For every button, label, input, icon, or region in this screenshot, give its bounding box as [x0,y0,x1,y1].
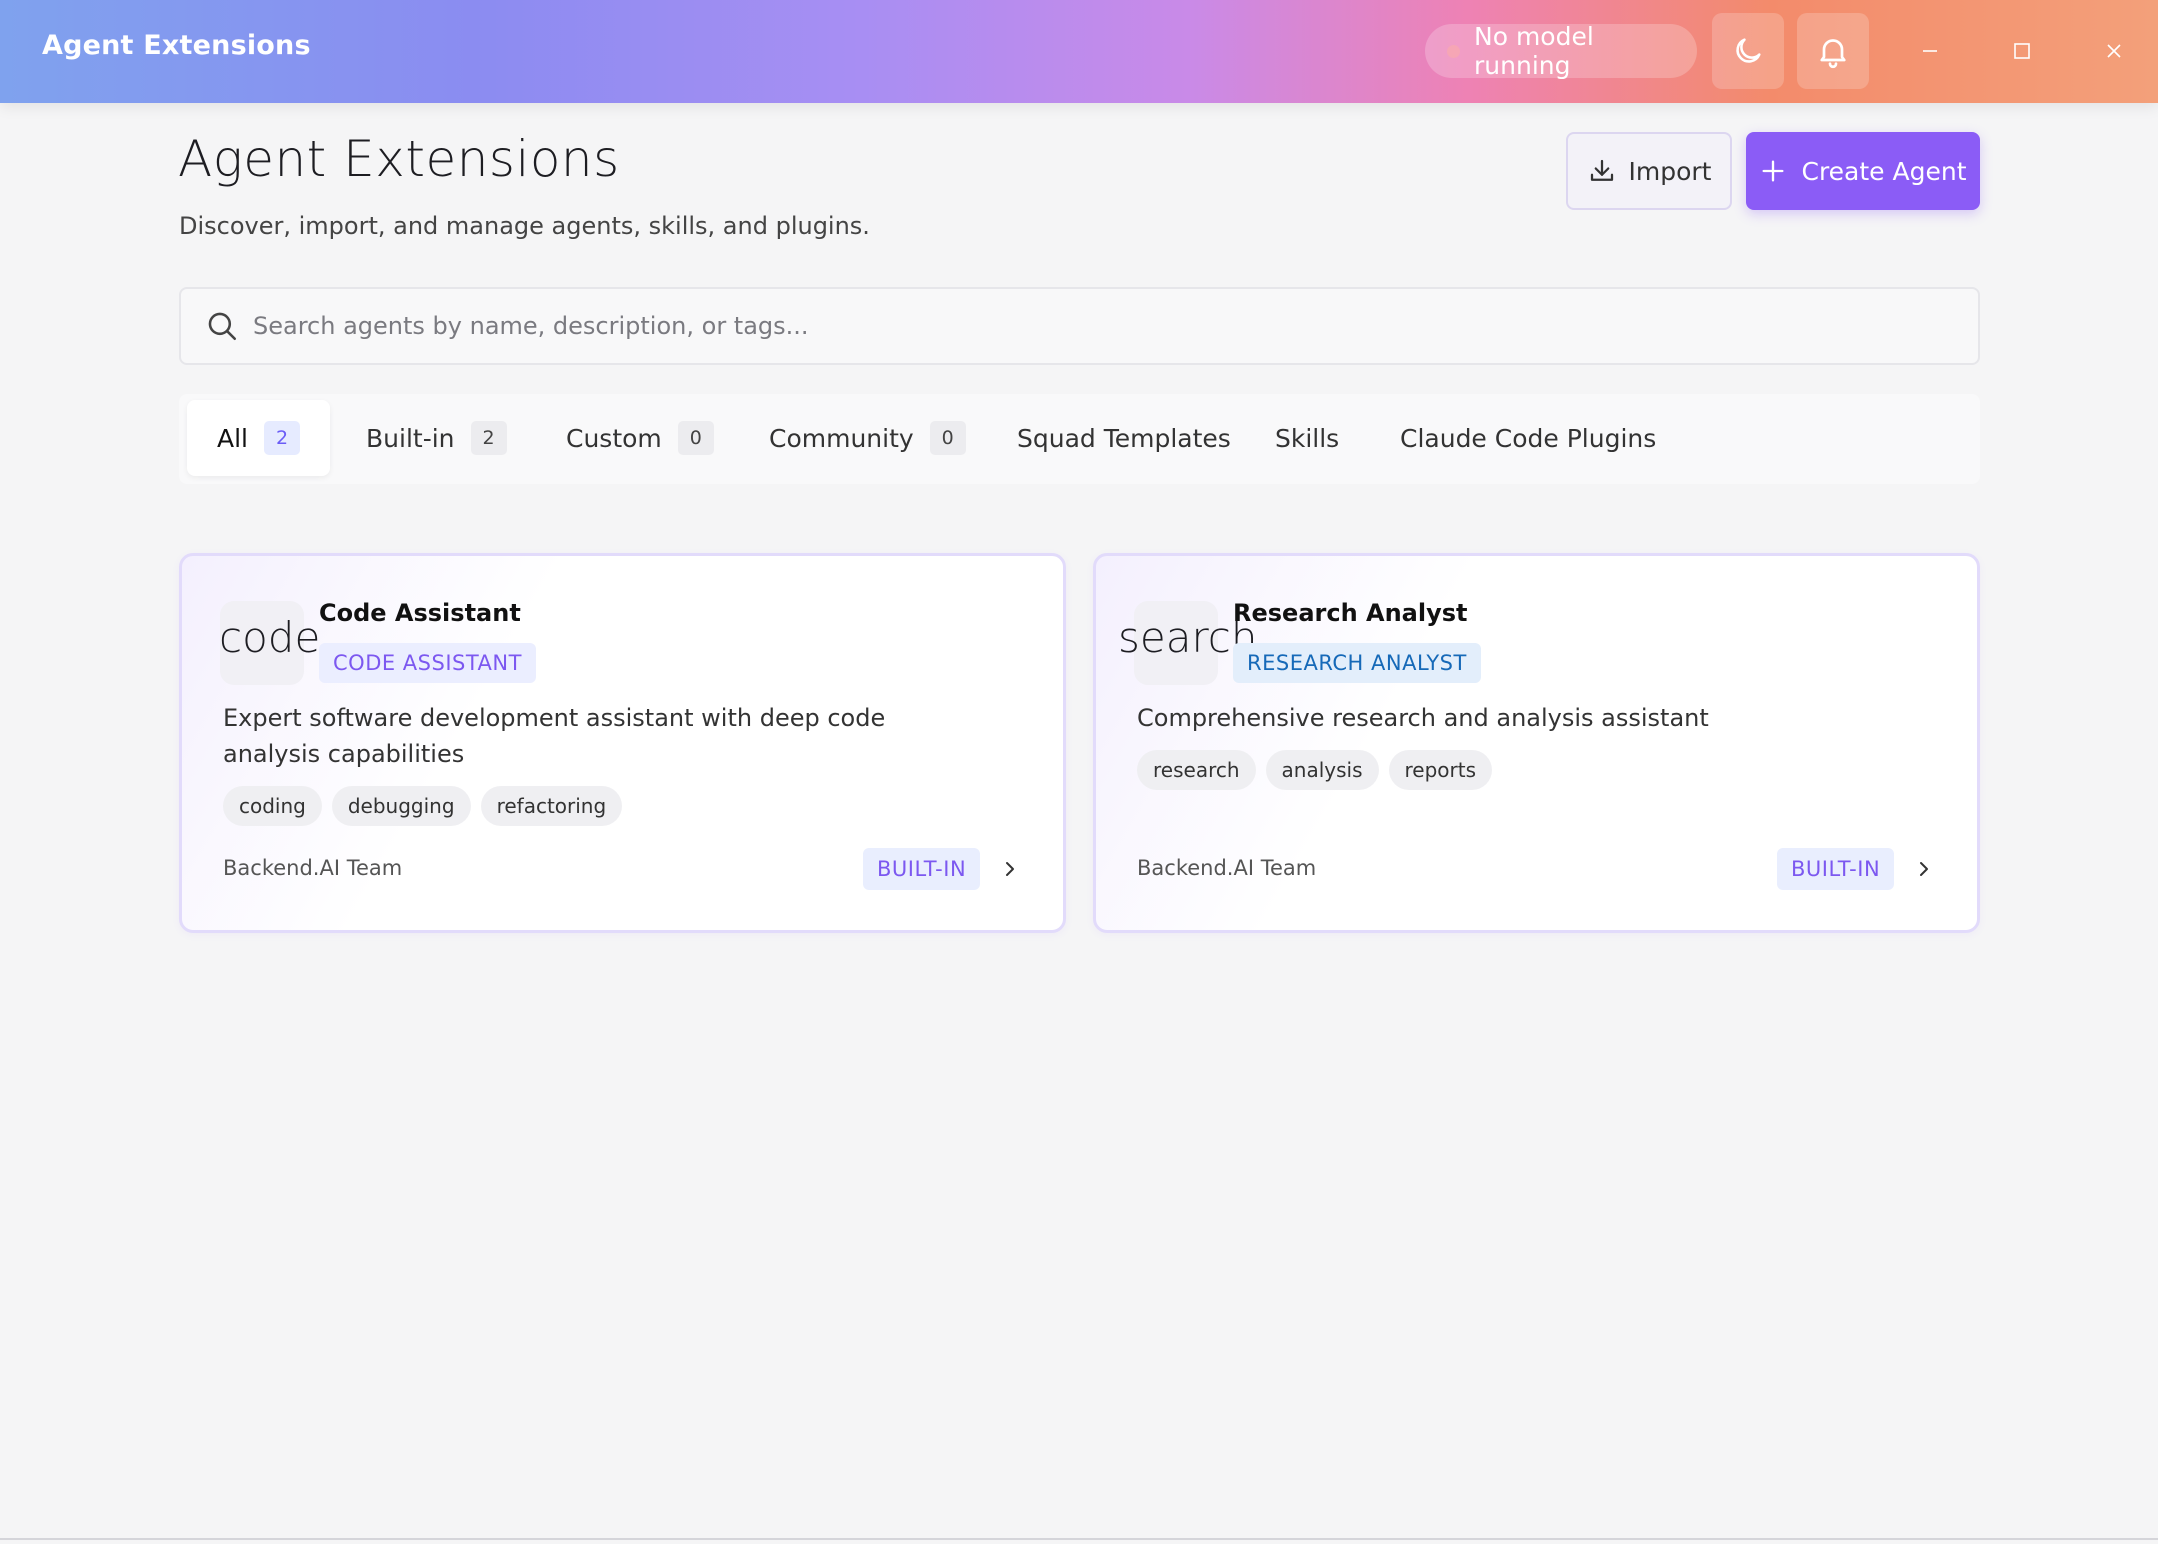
tab-community[interactable]: Community 0 [769,400,966,476]
agent-author: Backend.AI Team [223,856,403,880]
model-status-pill[interactable]: No model running [1425,22,1697,80]
agent-name: Research Analyst [1233,599,1468,627]
tab-built-in[interactable]: Built-in 2 [366,400,507,476]
agent-tags: research analysis reports [1137,750,1493,790]
tab-count-badge: 0 [677,421,714,455]
tab-count-badge: 2 [264,421,300,455]
plus-icon [1762,160,1784,182]
built-in-badge: BUILT-IN [863,848,981,890]
tab-label: Skills [1275,423,1340,453]
page-subtitle: Discover, import, and manage agents, ski… [179,212,870,240]
page-title: Agent Extensions [178,130,620,188]
theme-toggle-button[interactable] [1712,13,1784,89]
tab-count-badge: 2 [470,421,507,455]
tab-custom[interactable]: Custom 0 [566,400,714,476]
window-bottom-border [0,1538,2158,1540]
tab-label: Community [769,423,914,453]
tag-chip[interactable]: debugging [331,786,471,826]
search-input[interactable] [253,312,1853,340]
tag-chip[interactable]: coding [223,786,322,826]
minimize-icon [1923,50,1937,52]
tab-label: Custom [566,423,662,453]
agent-card[interactable]: search Research Analyst RESEARCH ANALYST… [1093,553,1980,933]
tab-label: Claude Code Plugins [1400,423,1657,453]
download-icon [1590,159,1613,181]
model-status-text: No model running [1474,22,1594,80]
close-icon [2107,44,2121,58]
agent-card[interactable]: code Code Assistant CODE ASSISTANT Exper… [179,553,1066,933]
agent-type-badge: CODE ASSISTANT [319,643,536,683]
window-titlebar: Agent Extensions No model running [0,0,2158,103]
tab-skills[interactable]: Skills [1275,400,1339,476]
tab-claude-code-plugins[interactable]: Claude Code Plugins [1400,400,1656,476]
tag-chip[interactable]: analysis [1265,750,1379,790]
create-agent-button-label: Create Agent [1801,156,1967,186]
create-agent-button[interactable]: Create Agent [1746,132,1980,210]
agent-name: Code Assistant [319,599,521,627]
chevron-right-icon[interactable] [1911,856,1937,882]
agent-description: Expert software development assistant wi… [223,704,886,768]
tab-label: Built-in [366,423,455,453]
filter-tabs: All 2 Built-in 2 Custom 0 Community 0 Sq… [179,394,1980,484]
status-dot-icon [1447,44,1460,58]
tag-chip[interactable]: research [1137,750,1256,790]
import-button[interactable]: Import [1566,132,1732,210]
tag-chip[interactable]: refactoring [480,786,623,826]
maximize-button[interactable] [1992,24,2052,78]
tab-label: Squad Templates [1017,423,1231,453]
import-button-label: Import [1628,156,1712,186]
minimize-button[interactable] [1900,24,1960,78]
tab-all[interactable]: All 2 [187,400,330,476]
notifications-button[interactable] [1797,13,1869,89]
tab-count-badge: 0 [929,421,966,455]
app-title: Agent Extensions [42,30,311,61]
agent-description: Comprehensive research and analysis assi… [1137,704,1709,732]
close-window-button[interactable] [2084,24,2144,78]
search-box[interactable] [179,287,1980,365]
moon-icon [1736,38,1761,63]
tab-squad-templates[interactable]: Squad Templates [1017,400,1231,476]
chevron-right-icon[interactable] [997,856,1023,882]
code-icon: code [219,613,321,662]
tab-label: All [217,423,248,453]
built-in-badge: BUILT-IN [1777,848,1895,890]
bell-icon [1820,39,1846,69]
search-icon [208,312,237,341]
agent-author: Backend.AI Team [1137,856,1317,880]
maximize-icon [2014,43,2030,59]
agent-tags: coding debugging refactoring [223,786,623,826]
tag-chip[interactable]: reports [1388,750,1493,790]
agent-type-badge: RESEARCH ANALYST [1233,643,1481,683]
